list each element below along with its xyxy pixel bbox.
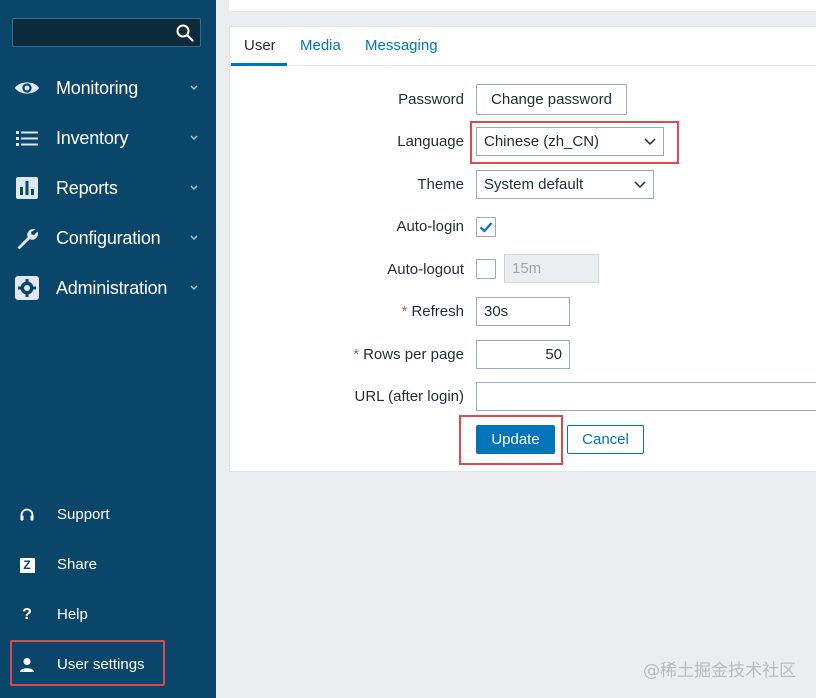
nav-label: Configuration: [56, 228, 161, 248]
search-input[interactable]: [12, 18, 201, 47]
chevron-down-icon: [190, 135, 198, 141]
chevron-down-icon: [190, 235, 198, 241]
auto-login-label: Auto-login: [396, 218, 464, 235]
auto-logout-checkbox[interactable]: [476, 259, 496, 279]
help-glyph: ?: [22, 606, 32, 623]
chevron-down-icon: [634, 181, 646, 189]
nav-item-reports[interactable]: Reports: [0, 166, 216, 210]
sidebar-item-share[interactable]: Z Share: [0, 545, 216, 585]
url-after-login-input[interactable]: [476, 382, 816, 411]
theme-value: System default: [484, 176, 584, 193]
auto-logout-value: 15m: [512, 260, 542, 277]
nav-label: Monitoring: [56, 78, 139, 98]
bar-chart-icon: [14, 176, 40, 200]
rows-per-page-label-text: Rows per page: [363, 346, 464, 363]
tab-bar: User Media Messaging: [230, 27, 816, 66]
language-value: Chinese (zh_CN): [484, 133, 600, 150]
sidebar-item-support[interactable]: Support: [0, 495, 216, 535]
help-icon: ?: [17, 606, 37, 624]
sidebar-item-label: Help: [57, 606, 88, 623]
tab-media[interactable]: Media: [300, 37, 341, 54]
share-z-icon: Z: [17, 556, 37, 574]
refresh-label-text: Refresh: [411, 303, 464, 320]
password-label: Password: [398, 91, 464, 108]
rows-per-page-value: 50: [545, 346, 562, 363]
cancel-button[interactable]: Cancel: [567, 425, 644, 454]
active-tab-indicator: [231, 63, 287, 66]
refresh-value: 30s: [484, 303, 509, 320]
sidebar-item-help[interactable]: ? Help: [0, 595, 216, 635]
tab-user[interactable]: User: [244, 37, 276, 54]
chevron-down-icon: [190, 85, 198, 91]
language-select[interactable]: Chinese (zh_CN): [476, 127, 664, 156]
auto-logout-label: Auto-logout: [387, 261, 464, 278]
watermark-text: @稀土掘金技术社区: [643, 661, 796, 681]
url-after-login-label: URL (after login): [354, 388, 464, 405]
sidebar-item-label: Support: [57, 506, 110, 523]
required-mark: *: [353, 346, 360, 363]
update-button[interactable]: Update: [476, 425, 555, 454]
language-label: Language: [397, 133, 464, 150]
search-icon[interactable]: [176, 24, 194, 42]
sidebar-item-user-settings[interactable]: User settings: [0, 645, 216, 685]
theme-select[interactable]: System default: [476, 170, 654, 199]
list-icon: [14, 126, 40, 150]
theme-label: Theme: [417, 176, 464, 193]
chevron-down-icon: [190, 285, 198, 291]
change-password-button[interactable]: Change password: [476, 84, 627, 115]
user-profile-form-panel: User Media Messaging Password Change pas…: [229, 26, 816, 472]
share-z-glyph: Z: [19, 557, 35, 573]
nav-item-administration[interactable]: Administration: [0, 266, 216, 310]
nav-label: Administration: [56, 278, 168, 298]
headset-icon: [17, 506, 37, 524]
refresh-label: * Refresh: [264, 303, 464, 320]
tab-messaging[interactable]: Messaging: [365, 37, 438, 54]
sidebar-item-label: User settings: [57, 656, 145, 673]
rows-per-page-input[interactable]: 50: [476, 340, 570, 369]
top-header-strip: [229, 0, 816, 12]
required-mark: *: [401, 303, 408, 320]
nav-label: Inventory: [56, 128, 129, 148]
sidebar: Monitoring Inventory Reports Configurati…: [0, 0, 216, 698]
user-icon: [17, 656, 37, 674]
nav-item-inventory[interactable]: Inventory: [0, 116, 216, 160]
nav-item-configuration[interactable]: Configuration: [0, 216, 216, 260]
chevron-down-icon: [644, 138, 656, 146]
rows-per-page-label: * Rows per page: [264, 346, 464, 363]
chevron-down-icon: [190, 185, 198, 191]
auto-login-checkbox[interactable]: [476, 217, 496, 237]
nav-label: Reports: [56, 178, 118, 198]
refresh-input[interactable]: 30s: [476, 297, 570, 326]
sidebar-item-label: Share: [57, 556, 98, 573]
eye-icon: [14, 76, 40, 100]
nav-item-monitoring[interactable]: Monitoring: [0, 66, 216, 110]
checkmark-icon: [479, 222, 493, 233]
gear-icon: [14, 276, 40, 300]
wrench-icon: [14, 226, 40, 250]
auto-logout-input: 15m: [504, 254, 599, 283]
